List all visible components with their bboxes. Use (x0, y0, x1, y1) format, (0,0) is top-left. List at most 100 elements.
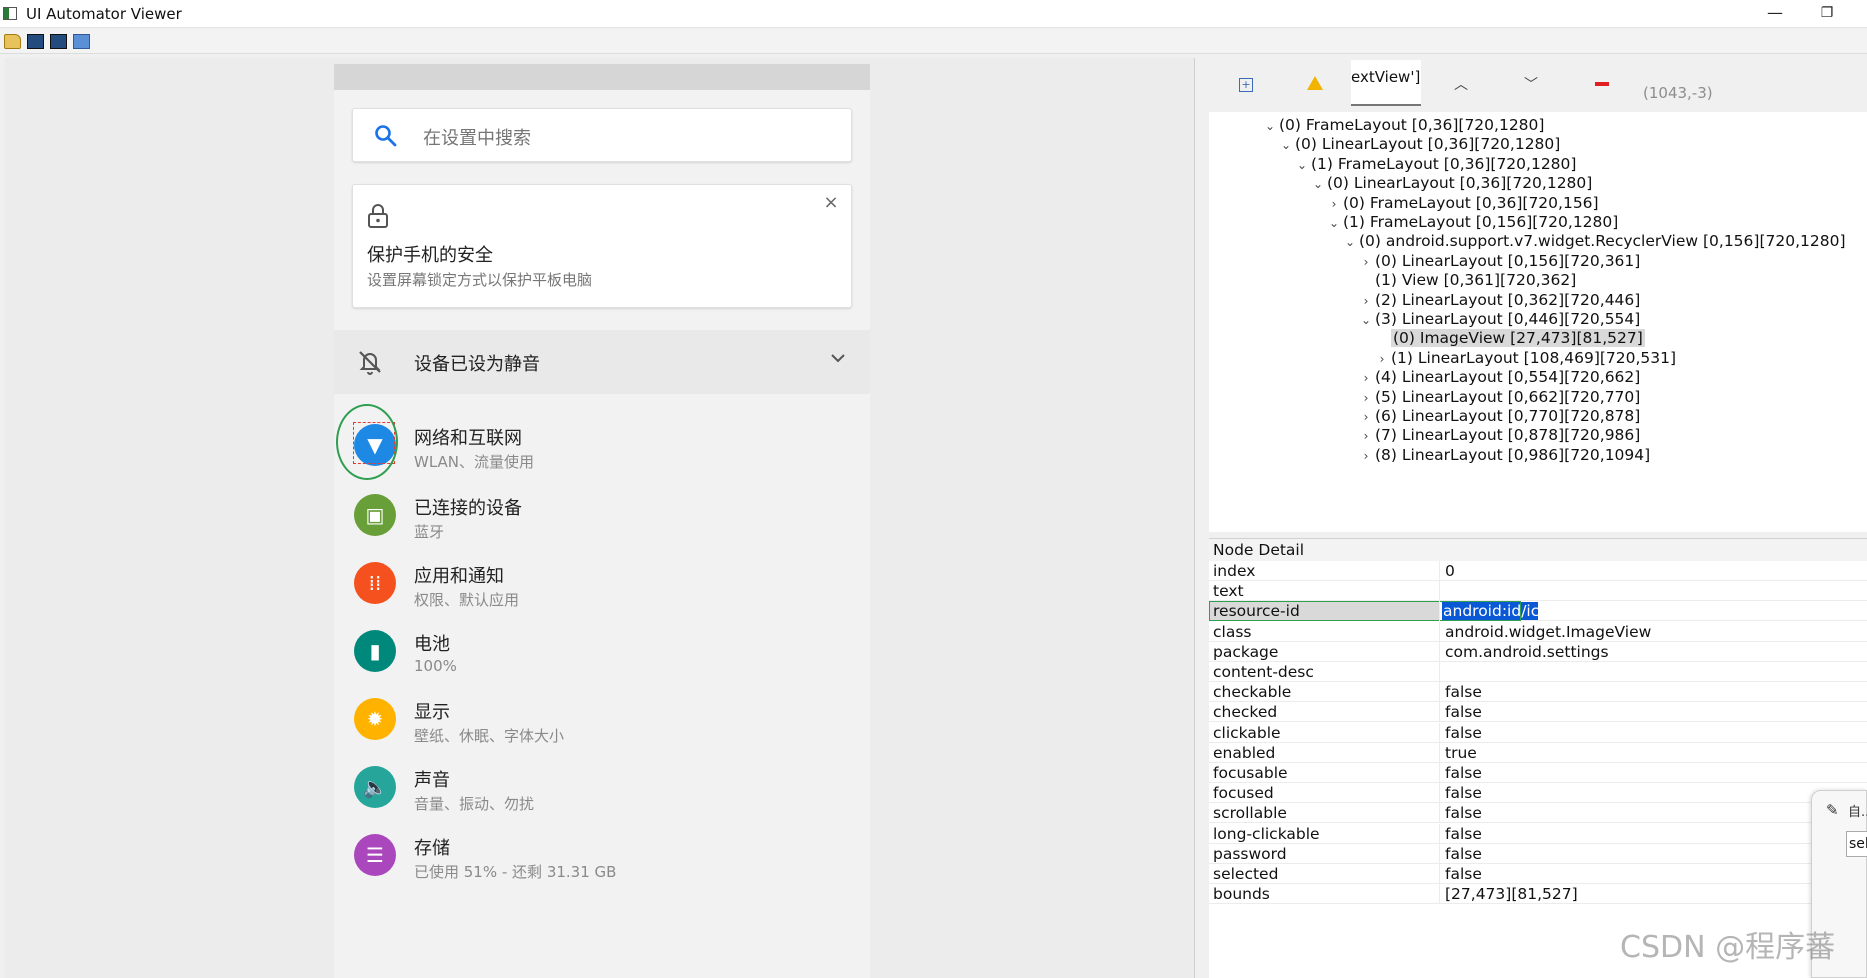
column-divider (1439, 864, 1440, 884)
detail-row[interactable]: text (1209, 581, 1867, 602)
filter-input-value[interactable]: extView'] (1351, 68, 1420, 86)
open-folder-icon[interactable] (4, 34, 21, 49)
tree-node-label[interactable]: (1) FrameLayout [0,36][720,1280] (1311, 155, 1576, 173)
detail-row[interactable]: resource-id android:id/icon (1209, 601, 1867, 622)
settings-item[interactable]: ▼ 网络和互联网 WLAN、流量使用 (334, 404, 870, 484)
detail-value[interactable]: false (1445, 783, 1482, 803)
detail-row[interactable]: selected false (1209, 864, 1867, 884)
detail-row[interactable]: scrollable false (1209, 803, 1867, 824)
settings-search-box[interactable]: 在设置中搜索 (352, 108, 852, 162)
watermark: CSDN @程序蕃 (1620, 930, 1836, 965)
detail-value[interactable]: [27,473][81,527] (1445, 884, 1578, 904)
detail-value[interactable]: android.widget.ImageView (1445, 622, 1651, 642)
settings-item-subtitle: 已使用 51% - 还剩 31.31 GB (414, 863, 617, 881)
detail-key: content-desc (1213, 663, 1314, 681)
tree-node-label[interactable]: (2) LinearLayout [0,362][720,446] (1375, 291, 1640, 309)
tree-node-label[interactable]: (3) LinearLayout [0,446][720,554] (1375, 310, 1640, 328)
column-divider (1439, 742, 1440, 763)
tree-chevron-icon[interactable]: › (1357, 445, 1375, 467)
tree-node-label[interactable]: (0) FrameLayout [0,36][720,1280] (1279, 116, 1544, 134)
tree-toolbar: + extView'] ︿ ﹀ (1043,-3) (1201, 58, 1867, 110)
tree-node-label[interactable]: (8) LinearLayout [0,986][720,1094] (1375, 446, 1650, 464)
detail-key: checked (1213, 703, 1278, 722)
next-match-icon[interactable]: ﹀ (1521, 74, 1541, 94)
chevron-down-icon[interactable] (828, 348, 848, 368)
hierarchy-tree[interactable]: ⌄ (0) FrameLayout [0,36][720,1280] ⌄ (0) Li… (1209, 112, 1867, 532)
column-divider (1439, 682, 1440, 703)
column-divider (1439, 803, 1440, 824)
tree-node-label[interactable]: (0) FrameLayout [0,36][720,156] (1343, 194, 1599, 212)
title-bar: UI Automator Viewer — ❐ (0, 0, 1867, 28)
detail-row[interactable]: clickable false (1209, 722, 1867, 743)
detail-row[interactable]: focused false (1209, 783, 1867, 804)
detail-row[interactable]: bounds [27,473][81,527] (1209, 884, 1867, 905)
main-toolbar (0, 30, 1867, 54)
save-icon[interactable] (73, 34, 90, 49)
close-icon[interactable]: × (821, 193, 841, 213)
battery-icon: ▮ (354, 630, 396, 672)
device-screenshot[interactable]: 在设置中搜索 × 保护手机的安全 设置屏幕锁定方式以保护平板电脑 设备已设为静音… (334, 64, 870, 978)
detail-value[interactable]: false (1445, 824, 1482, 844)
detail-value[interactable]: false (1445, 803, 1482, 823)
toggle-naf-icon[interactable] (1595, 82, 1609, 86)
tree-node-label[interactable]: (0) LinearLayout [0,36][720,1280] (1295, 135, 1560, 153)
detail-value[interactable]: false (1445, 702, 1482, 722)
column-divider (1439, 823, 1440, 844)
detail-value[interactable]: android:id/icon (1443, 601, 1559, 621)
device-screenshot-compressed-icon[interactable] (50, 34, 67, 49)
detail-row[interactable]: class android.widget.ImageView (1209, 621, 1867, 642)
detail-value[interactable]: false (1445, 763, 1482, 783)
mute-condition-row[interactable]: 设备已设为静音 (334, 330, 870, 394)
detail-key: index (1213, 562, 1256, 580)
detail-row[interactable]: checked false (1209, 702, 1867, 723)
settings-item-subtitle: 权限、默认应用 (414, 591, 520, 609)
detail-key: resource-id (1213, 602, 1300, 621)
detail-row[interactable]: long-clickable false (1209, 823, 1867, 844)
settings-item-subtitle: WLAN、流量使用 (414, 453, 535, 471)
tree-node-label[interactable]: (0) ImageView [27,473][81,527] (1391, 329, 1645, 348)
tree-node-label[interactable]: (7) LinearLayout [0,878][720,986] (1375, 426, 1640, 444)
device-screenshot-icon[interactable] (27, 34, 44, 49)
detail-key: scrollable (1213, 804, 1287, 823)
tree-node-label[interactable]: (5) LinearLayout [0,662][720,770] (1375, 388, 1640, 406)
detail-value[interactable]: false (1445, 864, 1482, 884)
detail-row[interactable]: focusable false (1209, 763, 1867, 783)
expand-all-icon[interactable]: + (1239, 78, 1253, 92)
mute-label: 设备已设为静音 (414, 354, 540, 375)
detail-value[interactable]: true (1445, 743, 1477, 763)
maximize-button[interactable]: ❐ (1812, 2, 1842, 26)
detail-row[interactable]: content-desc (1209, 662, 1867, 682)
detail-value[interactable]: com.android.settings (1445, 642, 1609, 662)
column-divider (1439, 843, 1440, 864)
popup-input[interactable]: sel (1846, 831, 1867, 857)
tree-node-label[interactable]: (1) LinearLayout [108,469][720,531] (1391, 349, 1676, 367)
previous-match-icon[interactable]: ︿ (1451, 74, 1471, 94)
detail-value[interactable]: 0 (1445, 561, 1455, 581)
pen-icon: ✎ (1826, 801, 1839, 819)
search-icon (375, 125, 397, 147)
detail-value[interactable]: false (1445, 682, 1482, 702)
tree-node-label[interactable]: (0) LinearLayout [0,156][720,361] (1375, 252, 1640, 270)
tree-node-label[interactable]: (1) FrameLayout [0,156][720,1280] (1343, 213, 1618, 231)
tree-node-label[interactable]: (1) View [0,361][720,362] (1375, 271, 1576, 289)
status-bar (334, 64, 870, 90)
minimize-button[interactable]: — (1760, 2, 1790, 26)
security-suggestion-card[interactable]: × 保护手机的安全 设置屏幕锁定方式以保护平板电脑 (352, 184, 852, 308)
column-divider (1439, 702, 1440, 723)
tree-node-label[interactable]: (4) LinearLayout [0,554][720,662] (1375, 368, 1640, 386)
settings-item[interactable]: ☰ 存储 已使用 51% - 还剩 31.31 GB (334, 814, 870, 894)
tree-node[interactable]: › (8) LinearLayout [0,986][720,1094] (1357, 444, 1651, 467)
tree-node-label[interactable]: (0) LinearLayout [0,36][720,1280] (1327, 174, 1592, 192)
tree-node-label[interactable]: (0) android.support.v7.widget.RecyclerVi… (1359, 232, 1846, 250)
settings-item-subtitle: 蓝牙 (414, 523, 445, 541)
detail-key: selected (1213, 865, 1279, 883)
detail-value[interactable]: false (1445, 844, 1482, 864)
detail-row[interactable]: checkable false (1209, 682, 1867, 703)
detail-row[interactable]: index 0 (1209, 561, 1867, 581)
detail-row[interactable]: package com.android.settings (1209, 641, 1867, 662)
detail-row[interactable]: enabled true (1209, 742, 1867, 763)
warning-icon[interactable] (1307, 76, 1323, 90)
tree-node-label[interactable]: (6) LinearLayout [0,770][720,878] (1375, 407, 1640, 425)
detail-value[interactable]: false (1445, 723, 1482, 743)
detail-row[interactable]: password false (1209, 843, 1867, 864)
